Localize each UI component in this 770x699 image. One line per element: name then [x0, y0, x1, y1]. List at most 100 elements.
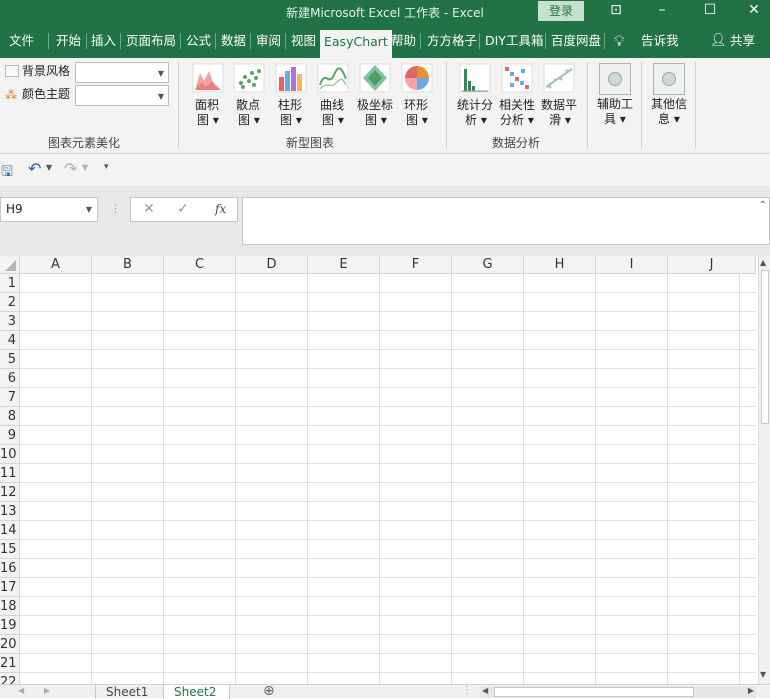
row-header[interactable]: 13	[0, 502, 20, 521]
row-header[interactable]: 6	[0, 369, 20, 388]
sheet-tab[interactable]: Sheet1	[95, 685, 158, 699]
tab-divider	[86, 33, 87, 49]
prev-sheet-icon[interactable]: ◀	[18, 686, 24, 695]
tab-view[interactable]: 视图	[291, 29, 316, 53]
row-header[interactable]: 7	[0, 388, 20, 407]
vertical-scrollbar[interactable]: ▲ ▼	[758, 256, 770, 684]
palette-icon: ⁂	[5, 88, 17, 102]
share-button[interactable]: 共享	[730, 29, 755, 53]
select-all-corner[interactable]	[0, 256, 20, 274]
row-header[interactable]: 10	[0, 445, 20, 464]
color-theme-dropdown[interactable]: ▼	[75, 85, 169, 106]
more-options-icon[interactable]: ⋮	[462, 685, 472, 696]
minimize-icon[interactable]: –	[640, 0, 684, 22]
enter-icon[interactable]: ✓	[177, 201, 189, 217]
tab-data[interactable]: 数据	[221, 29, 246, 53]
row-header[interactable]: 8	[0, 407, 20, 426]
correlation-label-2: 分析 ▾	[500, 113, 534, 127]
add-sheet-icon[interactable]: ⊕	[263, 683, 275, 699]
scroll-up-icon[interactable]: ▲	[760, 258, 766, 267]
tell-me-search[interactable]: 告诉我	[641, 29, 679, 53]
tab-page-layout[interactable]: 页面布局	[126, 29, 176, 53]
grid-row-line	[20, 425, 756, 426]
other-info-label-2: 息 ▾	[658, 112, 680, 126]
tab-fangfang[interactable]: 方方格子	[427, 29, 477, 53]
grid-row-line	[20, 615, 756, 616]
scatter-chart-label: 散点	[236, 98, 261, 112]
name-box[interactable]: H9 ▼	[0, 197, 98, 222]
maximize-icon[interactable]: ☐	[688, 0, 732, 22]
row-header[interactable]: 22	[0, 673, 20, 684]
login-button[interactable]: 登录	[538, 1, 584, 21]
row-header[interactable]: 17	[0, 578, 20, 597]
tab-home[interactable]: 开始	[56, 29, 81, 53]
share-icon[interactable]: 👤︎	[710, 29, 727, 53]
column-header[interactable]: J	[668, 256, 756, 274]
scrollbar-thumb[interactable]	[761, 270, 769, 424]
grid-row-line	[20, 444, 756, 445]
scroll-right-icon[interactable]: ▶	[748, 686, 754, 695]
undo-icon[interactable]: ↶	[28, 159, 41, 178]
row-header[interactable]: 11	[0, 464, 20, 483]
tab-divider	[479, 33, 480, 49]
undo-dropdown-icon[interactable]: ▼	[46, 163, 52, 172]
correlation-label: 相关性	[499, 98, 536, 112]
row-header[interactable]: 9	[0, 426, 20, 445]
tab-divider	[545, 33, 546, 49]
row-header[interactable]: 19	[0, 616, 20, 635]
scroll-down-icon[interactable]: ▼	[760, 670, 766, 679]
worksheet-grid[interactable]: ABCDEFGHIJ 1 2 3 4 5 6 7 8 9 10 11 12 13 14 15 16 17 18 19…	[0, 256, 770, 684]
close-icon[interactable]: ✕	[732, 0, 770, 22]
row-header[interactable]: 12	[0, 483, 20, 502]
row-header[interactable]: 18	[0, 597, 20, 616]
save-icon[interactable]: 🖫︎	[1, 161, 13, 185]
chevron-down-icon[interactable]: ▼	[86, 198, 92, 221]
sheet-tab-active[interactable]: Sheet2	[163, 685, 230, 699]
column-header[interactable]: C	[164, 256, 236, 274]
tab-easychart[interactable]: EasyChart	[320, 30, 392, 58]
grid-row-line	[20, 539, 756, 540]
collapse-formula-icon[interactable]: ⌃	[759, 200, 767, 211]
column-header[interactable]: D	[236, 256, 308, 274]
column-header[interactable]: B	[92, 256, 164, 274]
row-header[interactable]: 21	[0, 654, 20, 673]
restore-ribbon-icon[interactable]: ⊡	[594, 0, 638, 22]
column-header[interactable]: A	[20, 256, 92, 274]
row-header[interactable]: 14	[0, 521, 20, 540]
tab-review[interactable]: 审阅	[256, 29, 281, 53]
title-bar: 新建Microsoft Excel 工作表 - Excel 登录 ⊡ – ☐ ✕	[0, 0, 770, 24]
column-header[interactable]: G	[452, 256, 524, 274]
row-header[interactable]: 20	[0, 635, 20, 654]
column-header[interactable]: E	[308, 256, 380, 274]
assist-tools-label: 辅助工	[597, 97, 634, 111]
insert-function-icon[interactable]: fx	[215, 202, 226, 216]
background-style-icon	[5, 65, 19, 77]
grid-column-line	[91, 274, 92, 684]
next-sheet-icon[interactable]: ▶	[44, 686, 50, 695]
row-header[interactable]: 4	[0, 331, 20, 350]
formula-input[interactable]: ⌃	[242, 197, 770, 245]
column-header[interactable]: F	[380, 256, 452, 274]
lightbulb-icon[interactable]: 💡︎	[614, 29, 625, 53]
tab-diy-toolbox[interactable]: DIY工具箱	[485, 29, 543, 53]
row-header[interactable]: 2	[0, 293, 20, 312]
horizontal-scrollbar[interactable]: ◀ ▶	[480, 686, 756, 698]
column-header[interactable]: H	[524, 256, 596, 274]
tab-formulas[interactable]: 公式	[186, 29, 211, 53]
row-header[interactable]: 1	[0, 274, 20, 293]
tab-insert[interactable]: 插入	[91, 29, 116, 53]
tab-help[interactable]: 帮助	[391, 29, 416, 53]
row-header[interactable]: 15	[0, 540, 20, 559]
row-header[interactable]: 5	[0, 350, 20, 369]
tab-baidu-netdisk[interactable]: 百度网盘	[551, 29, 601, 53]
more-options-icon[interactable]: ⋮	[110, 202, 121, 215]
row-header[interactable]: 16	[0, 559, 20, 578]
cancel-icon[interactable]: ✕	[143, 201, 155, 217]
scroll-left-icon[interactable]: ◀	[482, 686, 488, 695]
customize-toolbar-icon[interactable]: ▾	[104, 162, 109, 172]
column-header[interactable]: I	[596, 256, 668, 274]
tab-file[interactable]: 文件	[9, 29, 34, 53]
scrollbar-thumb[interactable]	[494, 687, 694, 697]
background-style-dropdown[interactable]: ▼	[75, 62, 169, 83]
row-header[interactable]: 3	[0, 312, 20, 331]
